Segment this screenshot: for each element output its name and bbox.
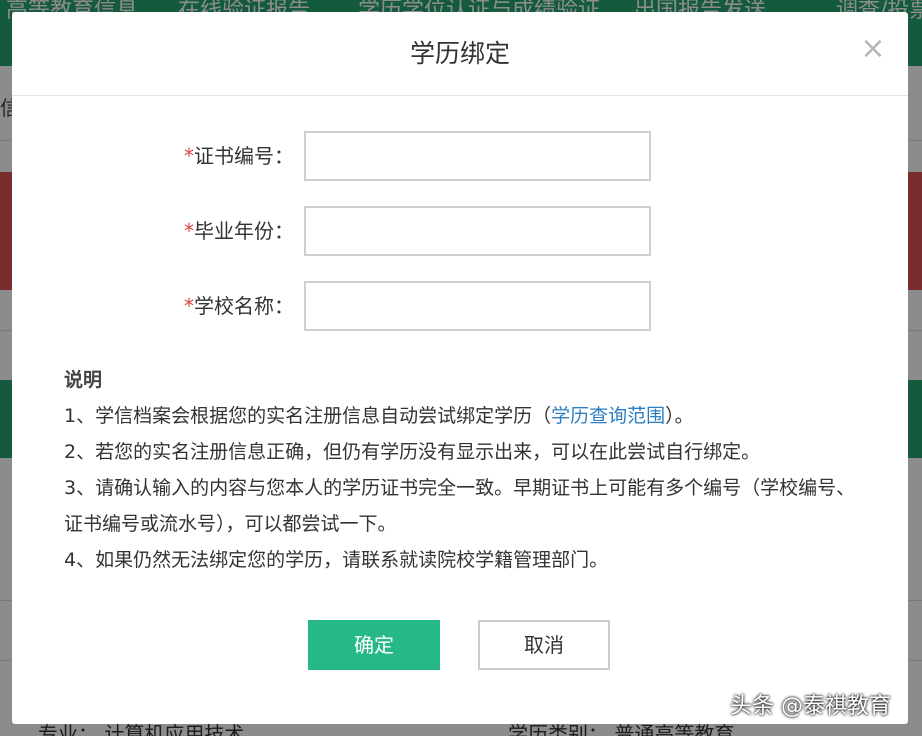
instruction-item-2: 2、若您的实名注册信息正确，但仍有学历没有显示出来，可以在此尝试自行绑定。 (64, 441, 761, 463)
graduation-year-row: *毕业年份： (12, 206, 908, 256)
graduation-year-label-text: 毕业年份： (194, 219, 294, 243)
instructions-title: 说明 (64, 369, 103, 391)
instruction-item-4: 4、如果仍然无法绑定您的学历，请联系就读院校学籍管理部门。 (64, 549, 609, 571)
instructions-section: 说明 1、学信档案会根据您的实名注册信息自动尝试绑定学历（学历查询范围）。 2、… (64, 362, 864, 578)
certificate-number-row: *证书编号： (12, 131, 908, 181)
certificate-number-input[interactable] (304, 131, 651, 181)
confirm-button[interactable]: 确定 (308, 620, 440, 670)
instruction-item-1: 1、学信档案会根据您的实名注册信息自动尝试绑定学历（学历查询范围）。 (64, 398, 864, 434)
instruction-item-3: 3、请确认输入的内容与您本人的学历证书完全一致。早期证书上可能有多个编号（学校编… (64, 477, 856, 535)
close-icon[interactable]: × (858, 34, 888, 64)
instruction-item-1-end: ）。 (665, 405, 694, 427)
watermark-text: 头条 @泰祺教育 (730, 694, 891, 719)
degree-binding-dialog: 学历绑定 × *证书编号： *毕业年份： *学校名称： 说明 1、学信档案会根据… (12, 12, 908, 724)
dialog-title: 学历绑定 (409, 39, 510, 68)
required-mark: * (184, 144, 194, 168)
school-name-label: *学校名称： (142, 281, 294, 331)
certificate-number-label: *证书编号： (142, 131, 294, 181)
graduation-year-input[interactable] (304, 206, 651, 256)
school-name-row: *学校名称： (12, 281, 908, 331)
instruction-item-1-text: 1、学信档案会根据您的实名注册信息自动尝试绑定学历（ (64, 405, 552, 427)
school-name-input[interactable] (304, 281, 651, 331)
degree-query-scope-link[interactable]: 学历查询范围 (551, 405, 665, 427)
cancel-button[interactable]: 取消 (478, 620, 610, 670)
graduation-year-label: *毕业年份： (142, 206, 294, 256)
dialog-header: 学历绑定 × (12, 12, 908, 96)
required-mark: * (184, 294, 194, 318)
certificate-number-label-text: 证书编号： (194, 144, 294, 168)
school-name-label-text: 学校名称： (194, 294, 294, 318)
required-mark: * (184, 219, 194, 243)
